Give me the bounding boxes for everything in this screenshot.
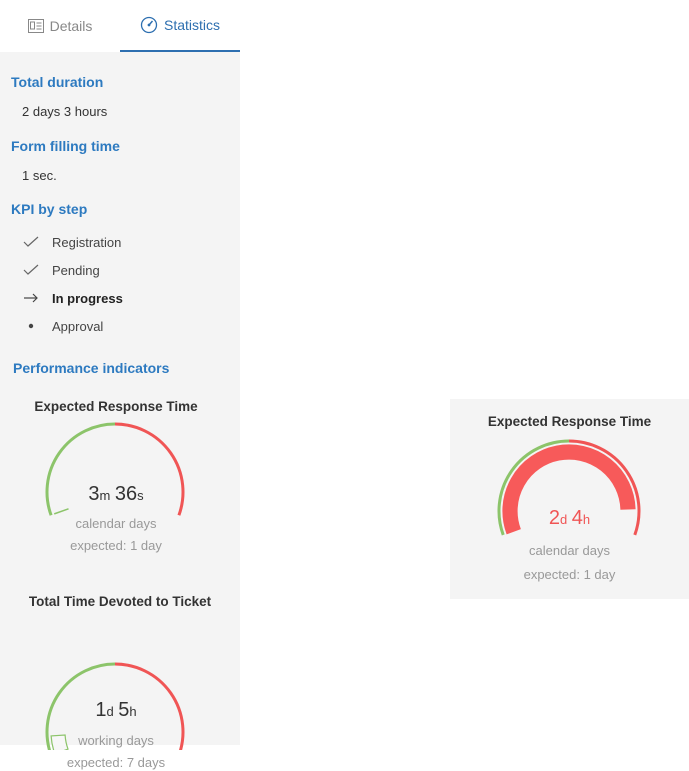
kpi-title: KPI by step bbox=[11, 201, 88, 217]
gauge-value-minor: 5 bbox=[118, 699, 130, 721]
details-icon bbox=[27, 19, 44, 33]
tab-details[interactable]: Details bbox=[0, 0, 120, 52]
gauge-value-major: 1 bbox=[95, 699, 107, 721]
form-filling-value: 1 sec. bbox=[22, 168, 57, 183]
step-in-progress: In progress bbox=[20, 288, 123, 308]
gauge-progress bbox=[53, 508, 69, 515]
gauge-value-major: 3 bbox=[88, 483, 100, 505]
form-filling-title: Form filling time bbox=[11, 138, 120, 154]
step-label: Approval bbox=[52, 318, 104, 334]
gauge-value: 1d 5h bbox=[0, 699, 232, 722]
total-duration-title: Total duration bbox=[11, 74, 104, 90]
statistics-panel: Details Statistics Total duration 2 days… bbox=[0, 0, 240, 750]
step-label: In progress bbox=[52, 290, 123, 306]
tab-bar: Details Statistics bbox=[0, 0, 240, 52]
gauge-unit-minor: s bbox=[137, 488, 144, 503]
gauge-expected: expected: 7 days bbox=[66, 755, 166, 770]
tab-statistics[interactable]: Statistics bbox=[120, 0, 240, 52]
step-approval: Approval bbox=[20, 316, 103, 336]
card-unit-minor: h bbox=[582, 512, 591, 527]
tab-details-label: Details bbox=[49, 18, 93, 34]
check-icon bbox=[20, 264, 42, 276]
gauge-unit-major: d bbox=[106, 704, 114, 719]
speedometer-icon bbox=[140, 16, 158, 34]
gauge-value: 3m 36s bbox=[0, 483, 232, 506]
gauge-unit-label: calendar days bbox=[75, 516, 157, 531]
bullet-icon bbox=[20, 320, 42, 332]
expected-response-card: Expected Response Time 2d 4h calendar da… bbox=[450, 399, 689, 599]
gauge-expected: expected: 1 day bbox=[70, 538, 162, 553]
tab-statistics-label: Statistics bbox=[163, 17, 220, 33]
step-label: Registration bbox=[52, 234, 122, 250]
gauge-value-minor: 36 bbox=[114, 483, 138, 505]
card-value-major: 2 bbox=[548, 507, 561, 529]
gauge-unit-label: working days bbox=[78, 733, 154, 748]
card-unit-label: calendar days bbox=[529, 543, 610, 558]
card-value: 2d 4h bbox=[450, 507, 689, 530]
step-registration: Registration bbox=[20, 232, 121, 252]
gauge-unit-minor: h bbox=[129, 704, 137, 719]
performance-title: Performance indicators bbox=[13, 360, 170, 376]
total-duration-value: 2 days 3 hours bbox=[22, 104, 108, 119]
step-pending: Pending bbox=[20, 260, 100, 280]
card-value-minor: 4 bbox=[571, 507, 583, 529]
card-expected: expected: 1 day bbox=[523, 567, 616, 582]
gauge-title: Total Time Devoted to Ticket bbox=[28, 594, 212, 609]
expected-response-gauge bbox=[45, 422, 185, 516]
arrow-right-icon bbox=[20, 292, 42, 304]
card-unit-major: d bbox=[560, 512, 568, 527]
step-label: Pending bbox=[52, 262, 100, 278]
check-icon bbox=[20, 236, 42, 248]
gauge-unit-major: m bbox=[99, 488, 111, 503]
